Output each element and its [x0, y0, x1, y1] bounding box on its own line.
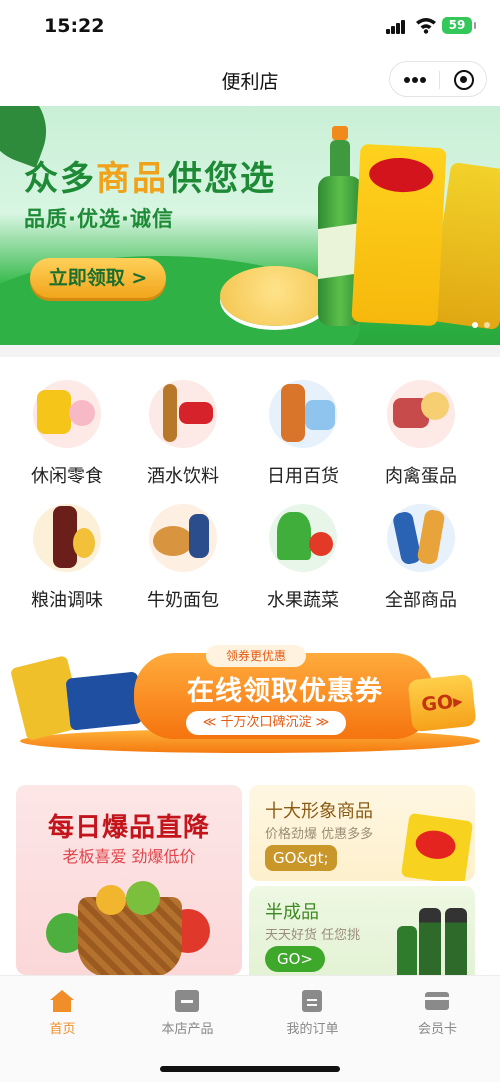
- tab-membership-card[interactable]: 会员卡: [375, 986, 500, 1042]
- banner-headline-part3: 供您选: [168, 159, 276, 199]
- banner-headline-part1: 众多: [24, 159, 96, 199]
- category-label: 酒水饮料: [147, 466, 219, 487]
- coupon-tagline: ≪ 千万次口碑沉淀 ≫: [186, 711, 346, 735]
- milk-bread-image: [149, 504, 217, 572]
- category-label: 粮油调味: [31, 590, 103, 611]
- clipboard-icon: [302, 990, 322, 1012]
- semi-finished-title: 半成品: [265, 902, 319, 923]
- category-meat-eggs[interactable]: 肉禽蛋品: [366, 370, 476, 490]
- signal-icon: [386, 20, 406, 34]
- home-indicator: [160, 1066, 340, 1072]
- gift-box-image: [397, 926, 417, 978]
- sauce-bottle-image: [419, 908, 441, 978]
- category-label: 全部商品: [385, 590, 457, 611]
- top-ten-title: 十大形象商品: [265, 801, 373, 822]
- section-divider: [0, 345, 500, 357]
- potato-chip-bag-image: [351, 143, 447, 327]
- category-all-goods[interactable]: 全部商品: [366, 494, 476, 614]
- banner-headline-part2: 商品: [96, 159, 168, 199]
- fruit-veg-image: [269, 504, 337, 572]
- category-drinks[interactable]: 酒水饮料: [128, 370, 238, 490]
- top-ten-products-card[interactable]: 十大形象商品 价格劲爆 优惠多多 GO&gt;: [249, 785, 475, 881]
- daily-deals-subtitle: 老板喜爱 劲爆低价: [62, 847, 196, 866]
- store-icon: [175, 990, 199, 1012]
- tab-label: 首页: [49, 1022, 76, 1037]
- tab-label: 会员卡: [417, 1022, 457, 1037]
- daily-deals-title: 每日爆品直降: [47, 813, 210, 843]
- drinks-image: [149, 380, 217, 448]
- category-label: 肉禽蛋品: [385, 466, 457, 487]
- category-fruit-veg[interactable]: 水果蔬菜: [248, 494, 358, 614]
- membership-card-icon: [425, 992, 449, 1010]
- snacks-image: [33, 380, 101, 448]
- carousel-dot[interactable]: [484, 322, 490, 328]
- grain-oil-image: [33, 504, 101, 572]
- home-icon: [50, 990, 74, 1012]
- tab-label: 本店产品: [161, 1022, 214, 1037]
- semi-finished-card[interactable]: 半成品 天天好货 任您挑 GO>: [249, 886, 475, 978]
- category-grid: 休闲零食 酒水饮料 日用百货 肉禽蛋品 粮油调味 牛奶面包 水果蔬菜 全部商品: [0, 370, 500, 620]
- category-grain-oil[interactable]: 粮油调味: [12, 494, 122, 614]
- nav-bar: 便利店: [0, 56, 500, 106]
- coupon-banner[interactable]: 领券更优惠 在线领取优惠券 ≪ 千万次口碑沉淀 ≫ GO▸: [9, 645, 484, 757]
- category-label: 休闲零食: [31, 466, 103, 487]
- category-milk-bread[interactable]: 牛奶面包: [128, 494, 238, 614]
- status-bar: 15:22 59: [0, 0, 500, 56]
- semi-finished-subtitle: 天天好货 任您挑: [265, 928, 361, 943]
- tab-home[interactable]: 首页: [0, 986, 125, 1042]
- cookie-pack-image: [65, 671, 143, 731]
- claim-now-button[interactable]: 立即领取 >: [30, 258, 166, 298]
- daily-deals-card[interactable]: 每日爆品直降 老板喜爱 劲爆低价: [16, 785, 242, 975]
- category-label: 牛奶面包: [147, 590, 219, 611]
- category-daily-goods[interactable]: 日用百货: [248, 370, 358, 490]
- capsule-divider: [439, 71, 440, 89]
- tab-my-orders[interactable]: 我的订单: [250, 986, 375, 1042]
- banner-headline: 众多商品供您选: [24, 151, 276, 200]
- category-label: 日用百货: [267, 466, 339, 487]
- daily-goods-image: [269, 380, 337, 448]
- category-label: 水果蔬菜: [267, 590, 339, 611]
- status-time: 15:22: [44, 15, 105, 37]
- tab-store-products[interactable]: 本店产品: [125, 986, 250, 1042]
- tab-label: 我的订单: [286, 1022, 339, 1037]
- battery-icon: 59: [442, 17, 476, 34]
- category-snacks[interactable]: 休闲零食: [12, 370, 122, 490]
- banner-subline: 品质·优选·诚信: [24, 207, 174, 231]
- vegetable-image: [126, 881, 160, 915]
- wifi-icon: [416, 18, 436, 34]
- meat-eggs-image: [387, 380, 455, 448]
- chips-bowl-image: [220, 266, 330, 326]
- top-ten-go-button[interactable]: GO&gt;: [265, 845, 337, 871]
- promo-banner[interactable]: 众多商品供您选 品质·优选·诚信 立即领取 >: [0, 106, 500, 345]
- carousel-dot-active[interactable]: [472, 322, 478, 328]
- sauce-bottle-image: [445, 908, 467, 978]
- more-icon[interactable]: [404, 77, 426, 83]
- coupon-title: 在线领取优惠券: [187, 676, 383, 707]
- mini-program-capsule: [389, 61, 487, 97]
- all-goods-image: [387, 504, 455, 572]
- coupon-pill: 领券更优惠: [206, 645, 306, 667]
- close-miniprogram-icon[interactable]: [454, 70, 474, 90]
- top-ten-subtitle: 价格劲爆 优惠多多: [265, 827, 374, 842]
- semi-finished-go-button[interactable]: GO>: [265, 946, 325, 972]
- coupon-go-button[interactable]: GO▸: [407, 673, 477, 733]
- fruit-image: [96, 885, 126, 915]
- instant-noodle-image: [400, 812, 474, 881]
